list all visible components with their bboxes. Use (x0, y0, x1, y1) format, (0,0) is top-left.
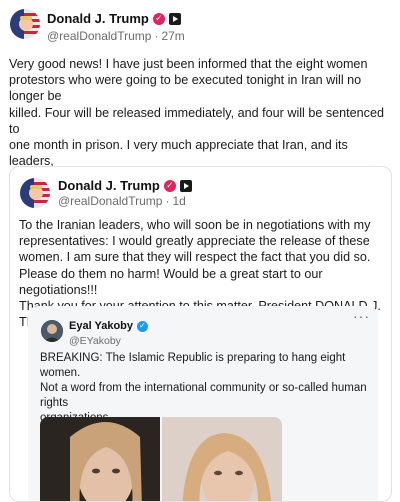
app-icon (168, 12, 181, 25)
flag-avatar-image (10, 9, 40, 39)
embed-photo-right (162, 417, 282, 501)
more-horizontal-icon: ··· (353, 308, 370, 324)
verified-blue-check-icon: ✓ (137, 320, 149, 332)
author-handle[interactable]: @realDonaldTrump (47, 29, 151, 43)
embed-author-handle: @EYakoby (69, 335, 121, 347)
verified-check-icon: ✓ (163, 179, 176, 192)
post-time[interactable]: 27m (161, 29, 184, 43)
app-icon (179, 179, 192, 192)
flag-avatar-image (20, 178, 50, 208)
embed-author-name-row: Eyal Yakoby ✓ (69, 320, 149, 332)
quoted-author-name[interactable]: Donald J. Trump (58, 178, 160, 193)
author-avatar[interactable] (10, 9, 40, 39)
author-name[interactable]: Donald J. Trump (47, 11, 149, 26)
embed-author-avatar (41, 320, 63, 342)
author-name-row: Donald J. Trump ✓ (47, 11, 181, 26)
dot-separator: · (154, 29, 159, 43)
embed-author-name: Eyal Yakoby (69, 320, 134, 332)
quoted-post-card[interactable]: Donald J. Trump ✓ @realDonaldTrump · 1d … (9, 166, 392, 502)
verified-check-icon: ✓ (152, 12, 165, 25)
quoted-author-handle-row: @realDonaldTrump · 1d (58, 194, 186, 208)
embed-text-1: BREAKING: The Islamic Republic is prepar… (40, 352, 346, 379)
embed-photo-left (40, 417, 160, 501)
embedded-post-screenshot[interactable]: Eyal Yakoby ✓ @EYakoby ··· BREAKING: The… (28, 306, 378, 501)
person-avatar-image (41, 320, 63, 342)
quoted-post-time[interactable]: 1d (172, 194, 185, 208)
quoted-author-handle[interactable]: @realDonaldTrump (58, 194, 162, 208)
post: Donald J. Trump ✓ @realDonaldTrump · 27m… (0, 0, 400, 502)
embed-author-handle-row: @EYakoby (69, 335, 121, 347)
quoted-author-avatar[interactable] (20, 178, 50, 208)
author-handle-row: @realDonaldTrump · 27m (47, 29, 185, 43)
dot-separator: · (165, 194, 170, 208)
quoted-author-name-row: Donald J. Trump ✓ (58, 178, 192, 193)
